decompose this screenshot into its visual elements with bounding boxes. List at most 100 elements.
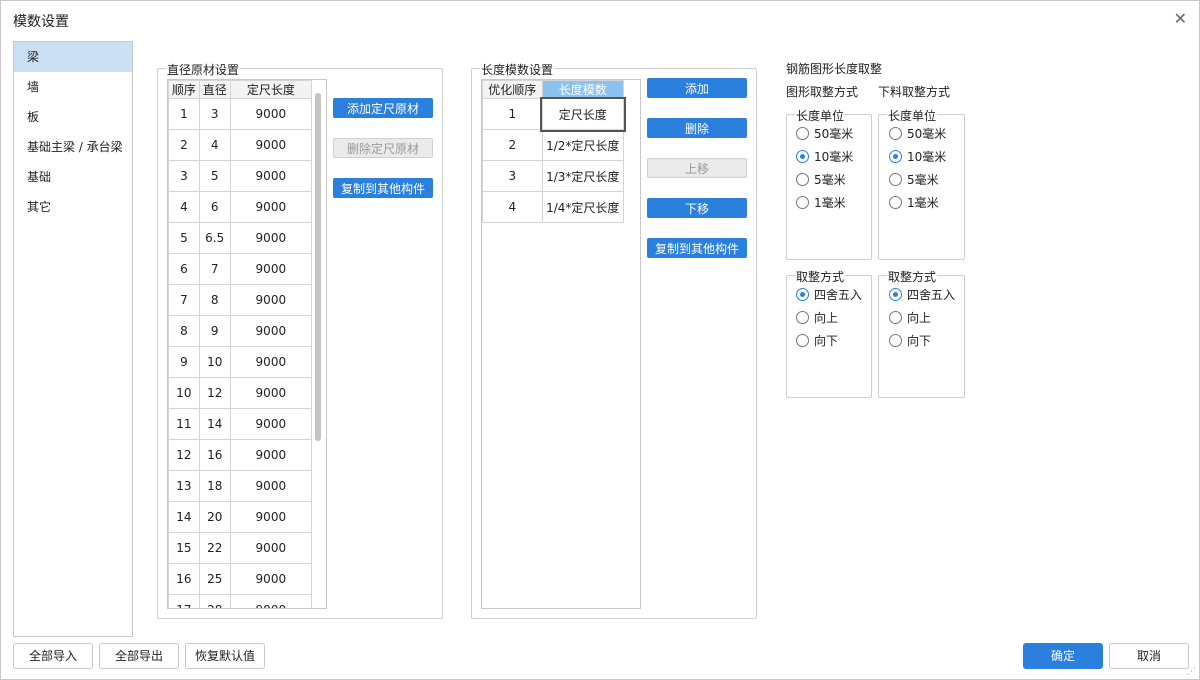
radio-circle-icon[interactable] <box>796 196 809 209</box>
table-row[interactable]: 4 6 9000 <box>168 191 313 223</box>
table-row[interactable]: 17289000 <box>168 594 313 608</box>
cell-order[interactable]: 15 <box>168 532 200 564</box>
cell-length[interactable]: 9000 <box>229 98 313 130</box>
col-header-length[interactable]: 定尺长度 <box>229 80 313 99</box>
table-row[interactable]: 15 22 9000 <box>168 532 313 564</box>
graphic-unit-radio[interactable]: 10毫米 <box>796 148 853 165</box>
graphic-method-radio[interactable]: 向上 <box>796 309 838 326</box>
cell-length[interactable]: 9000 <box>229 501 313 533</box>
delete-stock-button[interactable]: 删除定尺原材 <box>333 138 433 158</box>
cell-length-module[interactable]: 1/4*定尺长度 <box>541 191 625 223</box>
col-header-length-module[interactable]: 长度模数 <box>541 80 625 99</box>
cell-order[interactable]: 3 <box>168 160 200 192</box>
col-header-order[interactable]: 顺序 <box>168 80 200 99</box>
cell-order[interactable]: 10 <box>168 377 200 409</box>
cell-order[interactable]: 16 <box>168 563 200 595</box>
cell-diameter[interactable]: 20 <box>198 501 231 533</box>
cell-length[interactable]: 9000 <box>229 160 313 192</box>
table-row[interactable]: 8 9 9000 <box>168 315 313 347</box>
cell-length[interactable]: 9000 <box>229 222 313 254</box>
cell-order[interactable]: 2 <box>168 129 200 161</box>
cell-length[interactable]: 9000 <box>229 191 313 223</box>
table-row[interactable]: 7 8 9000 <box>168 284 313 316</box>
cell-order[interactable]: 9 <box>168 346 200 378</box>
table-row[interactable]: 12 16 9000 <box>168 439 313 471</box>
sidebar-item-other[interactable]: 其它 <box>14 192 132 222</box>
cell-length[interactable]: 9000 <box>229 594 313 608</box>
table-row[interactable]: 9 10 9000 <box>168 346 313 378</box>
table-row[interactable]: 5 6.5 9000 <box>168 222 313 254</box>
cell-length[interactable]: 9000 <box>229 284 313 316</box>
cell-order[interactable]: 12 <box>168 439 200 471</box>
cell-diameter[interactable]: 7 <box>198 253 231 285</box>
table-row[interactable]: 6 7 9000 <box>168 253 313 285</box>
delete-module-button[interactable]: 删除 <box>647 118 747 138</box>
cell-length-module[interactable]: 1/3*定尺长度 <box>541 160 625 192</box>
cell-length[interactable]: 9000 <box>229 532 313 564</box>
resize-grip-icon[interactable]: ⋰ <box>1187 667 1196 677</box>
add-stock-button[interactable]: 添加定尺原材 <box>333 98 433 118</box>
cell-opt-order[interactable]: 1 <box>482 98 543 130</box>
cutting-unit-radio[interactable]: 1毫米 <box>889 194 939 211</box>
cell-diameter[interactable]: 14 <box>198 408 231 440</box>
cell-length[interactable]: 9000 <box>229 129 313 161</box>
graphic-unit-radio[interactable]: 50毫米 <box>796 125 853 142</box>
cell-order[interactable]: 13 <box>168 470 200 502</box>
cancel-button[interactable]: 取消 <box>1109 643 1189 669</box>
cell-diameter[interactable]: 16 <box>198 439 231 471</box>
move-down-button[interactable]: 下移 <box>647 198 747 218</box>
cell-length[interactable]: 9000 <box>229 470 313 502</box>
cell-length[interactable]: 9000 <box>229 377 313 409</box>
cell-order[interactable]: 14 <box>168 501 200 533</box>
cell-length[interactable]: 9000 <box>229 439 313 471</box>
sidebar-item-wall[interactable]: 墙 <box>14 72 132 102</box>
sidebar-item-slab[interactable]: 板 <box>14 102 132 132</box>
cell-diameter[interactable]: 3 <box>198 98 231 130</box>
cell-diameter[interactable]: 9 <box>198 315 231 347</box>
cell-diameter[interactable]: 6.5 <box>198 222 231 254</box>
radio-circle-icon[interactable] <box>796 173 809 186</box>
radio-circle-icon[interactable] <box>889 173 902 186</box>
cell-diameter[interactable]: 18 <box>198 470 231 502</box>
cell-opt-order[interactable]: 3 <box>482 160 543 192</box>
cell-length-module[interactable]: 1/2*定尺长度 <box>541 129 625 161</box>
radio-circle-icon[interactable] <box>796 334 809 347</box>
graphic-method-radio[interactable]: 四舍五入 <box>796 286 862 303</box>
import-all-button[interactable]: 全部导入 <box>13 643 93 669</box>
cell-order[interactable]: 7 <box>168 284 200 316</box>
cell-opt-order[interactable]: 2 <box>482 129 543 161</box>
radio-circle-icon[interactable] <box>796 311 809 324</box>
cell-order[interactable]: 5 <box>168 222 200 254</box>
sidebar-item-foundation[interactable]: 基础 <box>14 162 132 192</box>
table-row[interactable]: 4 1/4*定尺长度 <box>482 191 625 223</box>
cutting-method-radio[interactable]: 向下 <box>889 332 931 349</box>
col-header-opt-order[interactable]: 优化顺序 <box>482 80 543 99</box>
radio-circle-icon[interactable] <box>796 288 809 301</box>
close-icon[interactable]: ✕ <box>1174 9 1187 28</box>
table-row[interactable]: 1 定尺长度 <box>482 96 626 132</box>
radio-circle-icon[interactable] <box>889 196 902 209</box>
graphic-unit-radio[interactable]: 1毫米 <box>796 194 846 211</box>
table-row[interactable]: 14 20 9000 <box>168 501 313 533</box>
radio-circle-icon[interactable] <box>889 127 902 140</box>
restore-defaults-button[interactable]: 恢复默认值 <box>185 643 265 669</box>
table-row[interactable]: 2 1/2*定尺长度 <box>482 129 625 161</box>
table-row[interactable]: 13 18 9000 <box>168 470 313 502</box>
cell-diameter[interactable]: 25 <box>198 563 231 595</box>
cell-diameter[interactable]: 5 <box>198 160 231 192</box>
move-up-button[interactable]: 上移 <box>647 158 747 178</box>
cell-length[interactable]: 9000 <box>229 408 313 440</box>
cell-order[interactable]: 8 <box>168 315 200 347</box>
cell-length-module[interactable]: 定尺长度 <box>540 96 626 132</box>
radio-circle-icon[interactable] <box>889 311 902 324</box>
cell-order[interactable]: 17 <box>168 594 200 608</box>
cell-diameter[interactable]: 22 <box>198 532 231 564</box>
table-row[interactable]: 3 1/3*定尺长度 <box>482 160 625 192</box>
cell-diameter[interactable]: 8 <box>198 284 231 316</box>
graphic-method-radio[interactable]: 向下 <box>796 332 838 349</box>
table-row[interactable]: 1 3 9000 <box>168 98 313 130</box>
cutting-unit-radio[interactable]: 5毫米 <box>889 171 939 188</box>
diameter-table-scrollbar[interactable] <box>315 93 321 441</box>
add-module-button[interactable]: 添加 <box>647 78 747 98</box>
radio-circle-icon[interactable] <box>889 288 902 301</box>
